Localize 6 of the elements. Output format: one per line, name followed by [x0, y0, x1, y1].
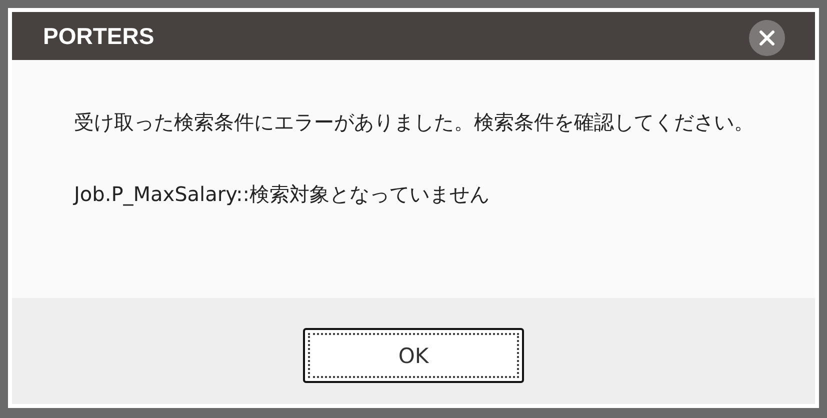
- close-button[interactable]: [749, 20, 785, 56]
- close-icon: [759, 30, 775, 46]
- dialog-title: PORTERS: [43, 22, 154, 50]
- error-message: 受け取った検索条件にエラーがありました。検索条件を確認してください。: [74, 109, 755, 136]
- ok-button[interactable]: OK: [303, 328, 524, 383]
- error-detail: Job.P_MaxSalary::検索対象となっていません: [74, 181, 490, 208]
